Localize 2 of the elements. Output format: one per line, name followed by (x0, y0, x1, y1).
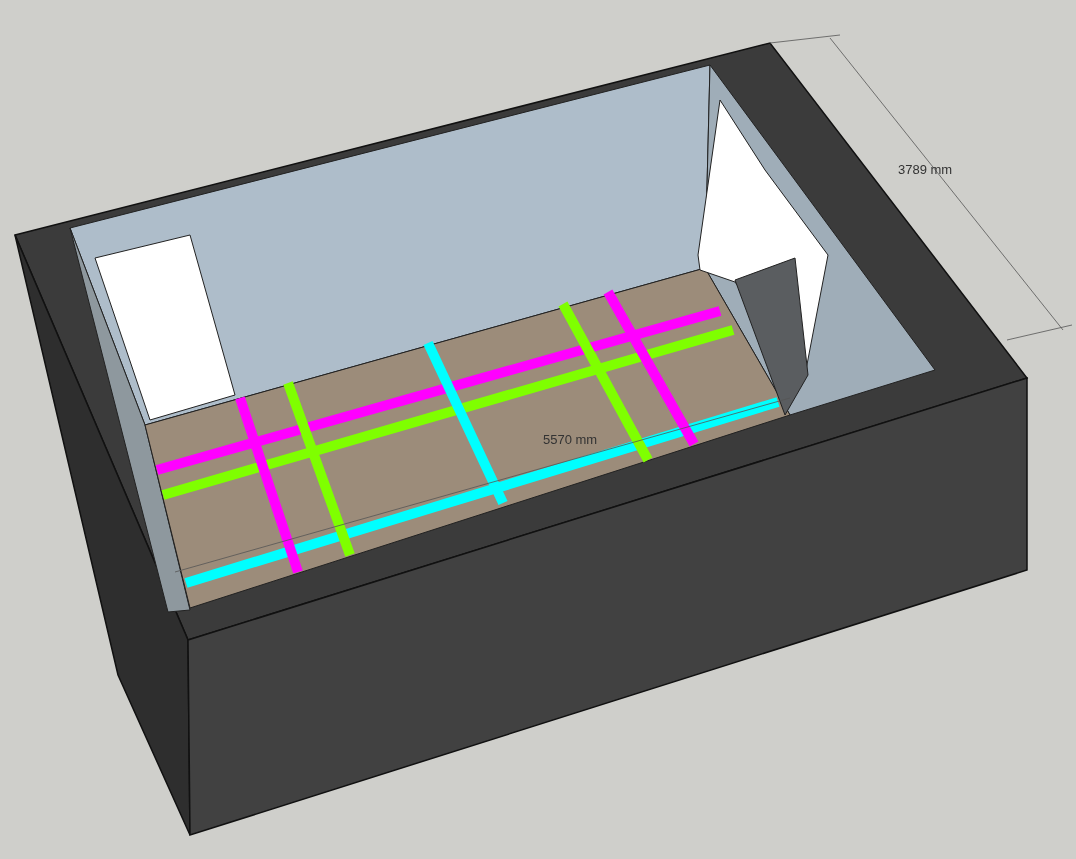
dimension-label: 5570 mm (543, 432, 598, 447)
dimension-label: 3789 mm (898, 162, 953, 177)
